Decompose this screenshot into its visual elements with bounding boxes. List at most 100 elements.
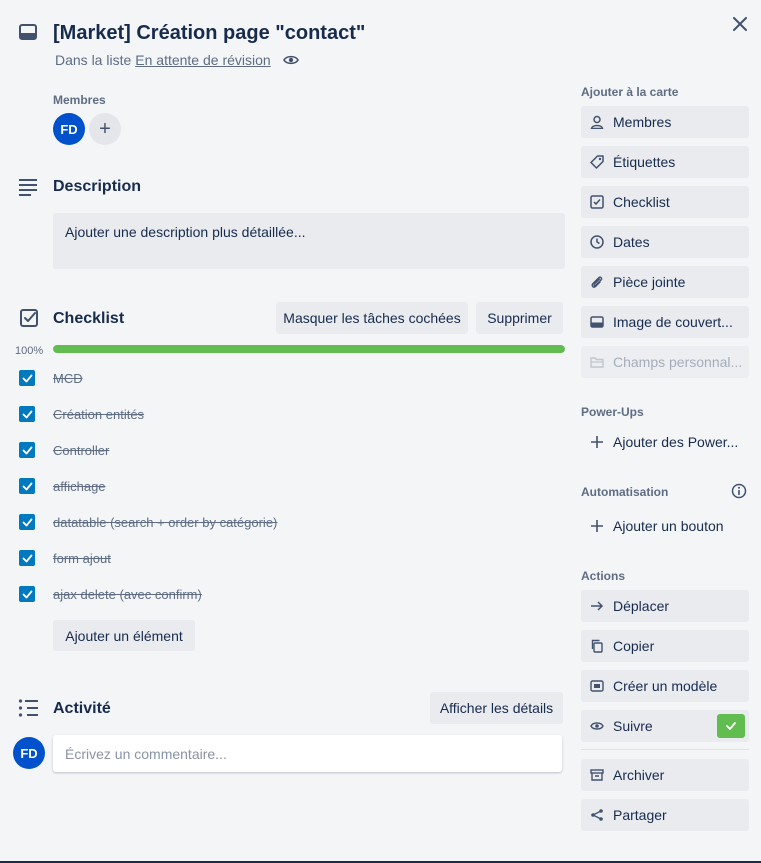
sidebar-labels-button[interactable]: Étiquettes [581, 146, 749, 178]
card-title[interactable]: [Market] Création page "contact" [53, 22, 365, 45]
powerups-label: Power-Ups [581, 405, 644, 419]
progress-fill [53, 345, 565, 353]
archive-icon [589, 767, 605, 783]
activity-title: Activité [53, 700, 111, 717]
checkbox[interactable] [19, 478, 35, 494]
sidebar-attachment-label: Pièce jointe [613, 274, 686, 290]
add-powerups-label: Ajouter des Power... [613, 434, 739, 450]
checklist-item-label[interactable]: form ajout [53, 551, 111, 566]
person-icon [589, 114, 605, 130]
plus-icon [589, 434, 605, 450]
sidebar-checklist-label: Checklist [613, 194, 670, 210]
folder-icon [589, 354, 605, 370]
checkbox[interactable] [19, 550, 35, 566]
card-cover-icon [589, 314, 605, 330]
sidebar-dates-label: Dates [613, 234, 650, 250]
follow-label: Suivre [613, 718, 653, 734]
checklist-item[interactable]: affichage [19, 476, 106, 496]
close-button[interactable] [728, 12, 752, 36]
checklist-item-label[interactable]: MCD [53, 371, 83, 386]
create-template-label: Créer un modèle [613, 678, 718, 694]
checklist-item-label[interactable]: Controller [53, 443, 109, 458]
sidebar-members-button[interactable]: Membres [581, 106, 749, 138]
show-details-button[interactable]: Afficher les détails [430, 692, 563, 724]
add-powerups-button[interactable]: Ajouter des Power... [581, 426, 749, 458]
members-label: Membres [53, 93, 106, 107]
sidebar-members-label: Membres [613, 114, 672, 130]
checklist-item[interactable]: MCD [19, 368, 83, 388]
share-label: Partager [613, 807, 667, 823]
close-icon[interactable] [733, 17, 747, 31]
template-icon [589, 678, 605, 694]
checkbox[interactable] [19, 586, 35, 602]
info-icon[interactable] [731, 483, 747, 499]
card-icon [19, 24, 37, 40]
checklist-item[interactable]: Controller [19, 440, 109, 460]
checklist-item-label[interactable]: Création entités [53, 407, 144, 422]
sidebar-labels-label: Étiquettes [613, 154, 676, 170]
checklist-title: Checklist [53, 310, 125, 327]
checkbox-icon [589, 194, 605, 210]
add-item-button[interactable]: Ajouter un élément [53, 620, 195, 651]
check-icon [717, 714, 745, 738]
sidebar-dates-button[interactable]: Dates [581, 226, 749, 258]
checklist-item[interactable]: datatable (search + order by catégorie) [19, 512, 277, 532]
delete-checklist-button[interactable]: Supprimer [476, 302, 563, 334]
sidebar-cover-button[interactable]: Image de couvert... [581, 306, 749, 338]
checkbox[interactable] [19, 370, 35, 386]
comment-input[interactable] [53, 735, 562, 772]
sidebar-cover-label: Image de couvert... [613, 314, 733, 330]
actions-label: Actions [581, 569, 626, 583]
checklist-item[interactable]: ajax delete (avec confirm) [19, 584, 202, 604]
description-icon [19, 179, 37, 196]
arrow-right-icon [589, 598, 605, 614]
checklist-item-label[interactable]: ajax delete (avec confirm) [53, 587, 202, 602]
sidebar-custom-fields-label: Champs personnal... [613, 354, 743, 370]
checkbox[interactable] [19, 406, 35, 422]
automation-label: Automatisation [581, 485, 669, 499]
eye-icon [282, 55, 299, 65]
paperclip-icon [589, 274, 605, 290]
eye-icon [589, 718, 605, 734]
checklist-item[interactable]: Création entités [19, 404, 144, 424]
move-label: Déplacer [613, 598, 670, 614]
add-member-button[interactable]: + [89, 113, 121, 145]
share-button[interactable]: Partager [581, 799, 749, 831]
comment-avatar: FD [13, 737, 45, 769]
clock-icon [589, 234, 605, 250]
sidebar-divider [581, 749, 749, 750]
list-link[interactable]: En attente de révision [135, 52, 270, 68]
move-button[interactable]: Déplacer [581, 590, 749, 622]
share-icon [589, 807, 605, 823]
plus-icon [589, 518, 605, 534]
description-title: Description [53, 178, 142, 195]
checklist-icon [20, 309, 38, 327]
sidebar-checklist-button[interactable]: Checklist [581, 186, 749, 218]
copy-icon [589, 638, 605, 654]
hide-checked-button[interactable]: Masquer les tâches cochées [276, 302, 468, 334]
card-location: Dans la liste En attente de révision [55, 52, 299, 68]
description-editor[interactable]: Ajouter une description plus détaillée..… [53, 213, 565, 269]
checkbox[interactable] [19, 514, 35, 530]
activity-icon [18, 699, 38, 717]
archive-button[interactable]: Archiver [581, 759, 749, 791]
add-button-label: Ajouter un bouton [613, 518, 724, 534]
checklist-item-label[interactable]: affichage [53, 479, 106, 494]
copy-button[interactable]: Copier [581, 630, 749, 662]
in-list-prefix: Dans la liste [55, 52, 132, 68]
checklist-item-label[interactable]: datatable (search + order by catégorie) [53, 515, 277, 530]
sidebar-custom-fields-button: Champs personnal... [581, 346, 749, 378]
progress-bar [53, 345, 565, 353]
copy-label: Copier [613, 638, 655, 654]
add-to-card-label: Ajouter à la carte [581, 85, 679, 99]
tag-icon [589, 154, 605, 170]
sidebar-attachment-button[interactable]: Pièce jointe [581, 266, 749, 298]
create-template-button[interactable]: Créer un modèle [581, 670, 749, 702]
avatar[interactable]: FD [53, 113, 85, 145]
follow-button[interactable]: Suivre [581, 710, 749, 742]
checklist-item[interactable]: form ajout [19, 548, 111, 568]
checkbox[interactable] [19, 442, 35, 458]
progress-percent: 100% [15, 345, 44, 357]
archive-label: Archiver [613, 767, 665, 783]
add-button-button[interactable]: Ajouter un bouton [581, 510, 749, 542]
